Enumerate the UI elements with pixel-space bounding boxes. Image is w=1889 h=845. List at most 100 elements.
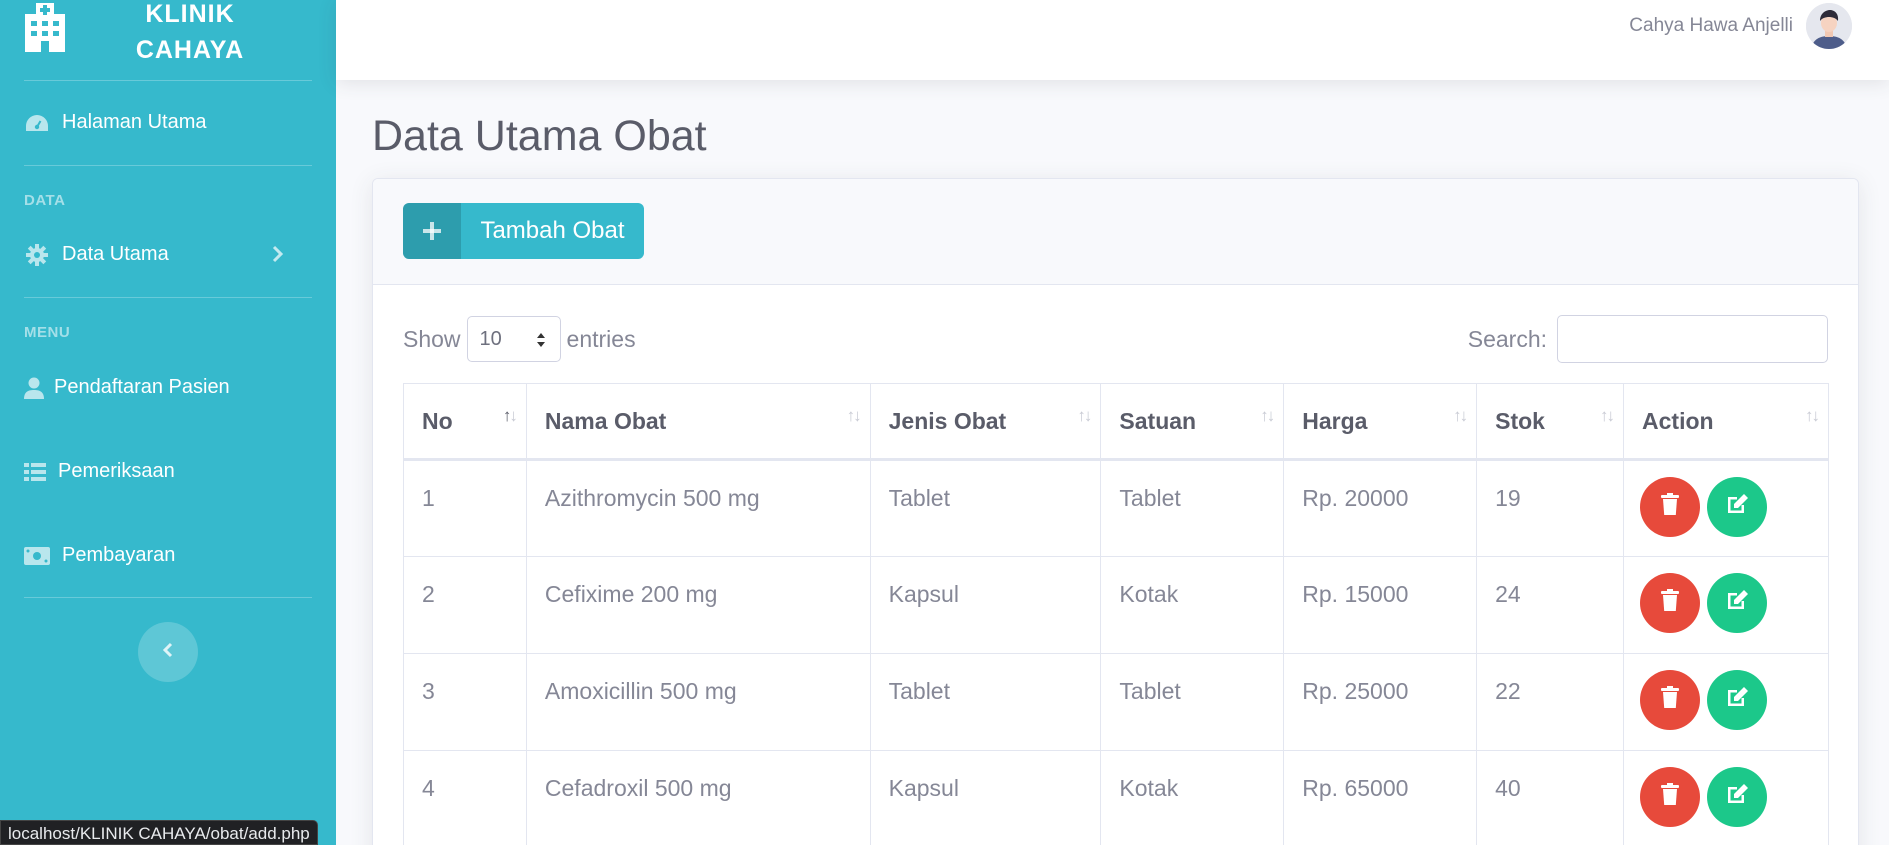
entries-select-value: 10 — [479, 327, 502, 350]
delete-button[interactable] — [1640, 477, 1701, 537]
datatable-controls: Show 10 entries Search: — [403, 315, 1828, 363]
gear-icon — [24, 243, 50, 266]
sidebar-item-label: Halaman Utama — [62, 111, 207, 133]
sort-icon: ↑↓ — [1453, 406, 1468, 425]
medicine-table: No ↑↓ Nama Obat ↑↓ Jenis Obat ↑↓ Satuan ↑↓ H… — [403, 383, 1829, 845]
sidebar-heading-menu: MENU — [24, 324, 71, 341]
sidebar-divider — [24, 297, 312, 298]
hospital-icon — [24, 2, 66, 57]
cell-nama-obat: Azithromycin 500 mg — [525, 459, 871, 557]
user-name[interactable]: Cahya Hawa Anjelli — [1629, 15, 1793, 37]
cell-stok: 19 — [1476, 459, 1625, 557]
sort-icon: ↑↓ — [846, 406, 862, 425]
sidebar-item-data-utama[interactable]: Data Utama — [24, 243, 312, 266]
sidebar: KLINIK CAHAYA Halaman Utama DATA Data Ut… — [0, 0, 336, 845]
cell-nama-obat: Amoxicillin 500 mg — [525, 653, 871, 751]
sidebar-divider — [24, 80, 312, 81]
entries-label: entries — [566, 325, 636, 352]
cell-satuan: Kotak — [1100, 556, 1285, 654]
table-row: 2 Cefixime 200 mg Kapsul Kotak Rp. 15000… — [403, 556, 1829, 654]
sort-icon: ↑↓ — [1805, 406, 1820, 425]
column-header-no[interactable]: No ↑↓ — [403, 383, 527, 461]
sidebar-item-label: Data Utama — [62, 243, 169, 265]
column-header-action[interactable]: Action ↑↓ — [1623, 383, 1829, 461]
page-title: Data Utama Obat — [372, 112, 707, 160]
chevron-right-icon — [272, 245, 284, 269]
select-arrow-icon — [536, 331, 546, 354]
column-header-jenis-obat[interactable]: Jenis Obat ↑↓ — [869, 383, 1102, 461]
cell-stok: 40 — [1476, 750, 1625, 845]
column-header-satuan[interactable]: Satuan ↑↓ — [1100, 383, 1285, 461]
entries-select[interactable]: 10 — [466, 316, 561, 362]
table-row: 3 Amoxicillin 500 mg Tablet Tablet Rp. 2… — [403, 653, 1829, 751]
table-row: 1 Azithromycin 500 mg Tablet Tablet Rp. … — [403, 459, 1829, 557]
delete-button[interactable] — [1640, 573, 1701, 633]
cell-jenis-obat: Kapsul — [869, 556, 1102, 654]
trash-icon — [1661, 493, 1680, 521]
column-header-nama-obat[interactable]: Nama Obat ↑↓ — [525, 383, 871, 461]
cell-nama-obat: Cefixime 200 mg — [525, 556, 871, 654]
table-icon — [24, 462, 46, 481]
cell-nama-obat: Cefadroxil 500 mg — [525, 750, 871, 845]
edit-button[interactable] — [1707, 767, 1768, 827]
cell-harga: Rp. 20000 — [1283, 459, 1478, 557]
sidebar-divider — [24, 165, 312, 166]
cell-action — [1623, 459, 1829, 557]
entries-length: Show 10 entries — [403, 315, 636, 363]
money-icon — [24, 546, 50, 565]
cell-action — [1623, 750, 1829, 845]
table-header-row: No ↑↓ Nama Obat ↑↓ Jenis Obat ↑↓ Satuan ↑↓ H… — [403, 383, 1829, 461]
edit-icon — [1725, 686, 1749, 714]
edit-button[interactable] — [1707, 477, 1768, 537]
brand[interactable]: KLINIK CAHAYA — [0, 0, 336, 80]
sidebar-item-label: Pembayaran — [62, 544, 176, 566]
cell-no: 2 — [403, 556, 527, 654]
data-card: Tambah Obat Show 10 entries Search: No ↑↓ — [372, 178, 1859, 845]
chevron-left-icon — [162, 642, 174, 663]
sort-icon: ↑↓ — [1077, 406, 1092, 425]
delete-button[interactable] — [1640, 767, 1701, 827]
cell-stok: 24 — [1476, 556, 1625, 654]
sidebar-item-pendaftaran-pasien[interactable]: Pendaftaran Pasien — [24, 376, 312, 399]
plus-icon — [403, 203, 461, 259]
sidebar-item-label: Pemeriksaan — [58, 460, 175, 482]
sort-icon: ↑↓ — [1260, 406, 1275, 425]
table-row: 4 Cefadroxil 500 mg Kapsul Kotak Rp. 650… — [403, 750, 1829, 845]
edit-button[interactable] — [1707, 670, 1768, 730]
add-medicine-label: Tambah Obat — [480, 217, 625, 244]
trash-icon — [1661, 783, 1680, 811]
card-header: Tambah Obat — [373, 179, 1858, 285]
cell-action — [1623, 556, 1829, 654]
sort-icon: ↑↓ — [502, 406, 518, 425]
sidebar-heading-data: DATA — [24, 192, 66, 209]
cell-no: 4 — [403, 750, 527, 845]
sidebar-divider — [24, 597, 312, 598]
edit-icon — [1725, 783, 1749, 811]
cell-jenis-obat: Tablet — [869, 653, 1102, 751]
sidebar-item-pemeriksaan[interactable]: Pemeriksaan — [24, 460, 312, 483]
cell-stok: 22 — [1476, 653, 1625, 751]
show-label: Show — [403, 325, 461, 352]
avatar[interactable] — [1806, 3, 1852, 49]
dashboard-icon — [24, 113, 50, 133]
sidebar-item-halaman-utama[interactable]: Halaman Utama — [24, 111, 312, 134]
column-header-harga[interactable]: Harga ↑↓ — [1283, 383, 1478, 461]
delete-button[interactable] — [1640, 670, 1701, 730]
topbar: Cahya Hawa Anjelli — [336, 0, 1889, 80]
edit-button[interactable] — [1707, 573, 1768, 633]
cell-no: 1 — [403, 459, 527, 557]
sidebar-toggle-button[interactable] — [138, 622, 198, 682]
search-label: Search: — [1467, 325, 1547, 352]
add-medicine-button[interactable]: Tambah Obat — [403, 203, 644, 259]
edit-icon — [1725, 589, 1749, 617]
cell-harga: Rp. 15000 — [1283, 556, 1478, 654]
column-header-stok[interactable]: Stok ↑↓ — [1476, 383, 1625, 461]
cell-satuan: Tablet — [1100, 459, 1285, 557]
sort-icon: ↑↓ — [1600, 406, 1615, 425]
sidebar-item-pembayaran[interactable]: Pembayaran — [24, 544, 312, 567]
cell-satuan: Tablet — [1100, 653, 1285, 751]
brand-name: KLINIK CAHAYA — [135, 0, 245, 64]
search-input[interactable] — [1557, 315, 1828, 363]
cell-harga: Rp. 65000 — [1283, 750, 1478, 845]
datatable-search: Search: — [1468, 315, 1828, 363]
